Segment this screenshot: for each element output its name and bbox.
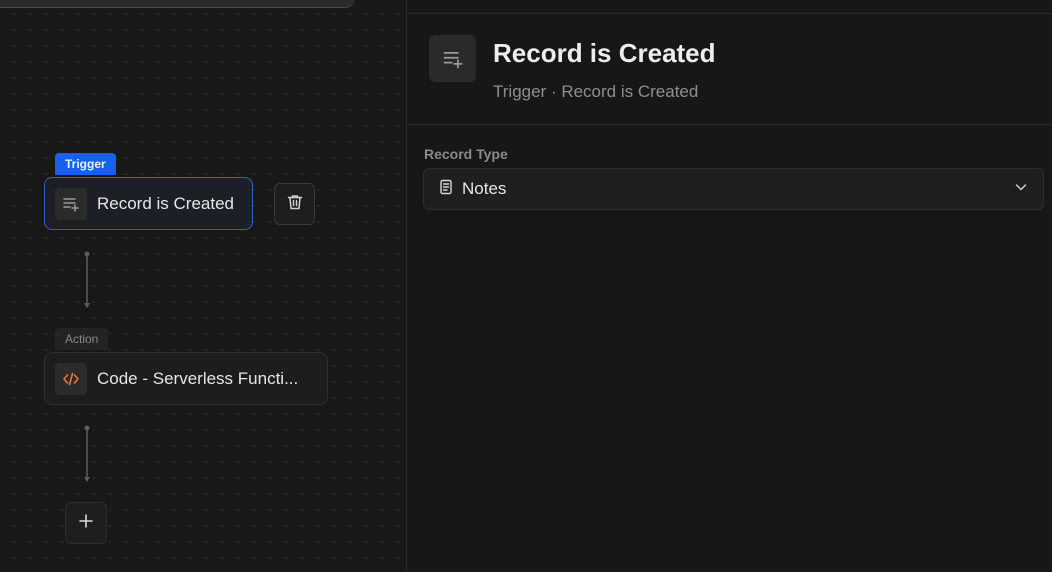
workflow-canvas[interactable]: Trigger Record is Created Action Code - … [0, 0, 407, 572]
workflow-editor: Trigger Record is Created Action Code - … [0, 0, 1052, 572]
step-settings-panel: Record is Created Trigger · Record is Cr… [408, 0, 1052, 572]
code-icon [55, 362, 87, 395]
record-type-value: Notes [462, 179, 507, 198]
trash-icon [286, 193, 304, 216]
delete-node-button[interactable] [274, 183, 315, 225]
trigger-node[interactable]: Record is Created [44, 177, 253, 230]
record-created-icon [55, 187, 87, 220]
trigger-tag: Trigger [55, 153, 116, 175]
notes-icon [438, 179, 454, 200]
action-node-label: Code - Serverless Functi... [97, 368, 299, 388]
panel-subtitle: Trigger · Record is Created [493, 82, 699, 101]
chevron-down-icon [1013, 179, 1029, 200]
action-node[interactable]: Code - Serverless Functi... [44, 352, 328, 405]
record-type-select[interactable]: Notes [423, 168, 1044, 210]
add-step-button[interactable] [65, 502, 107, 544]
action-tag: Action [55, 328, 109, 350]
connector-arrow [84, 251, 90, 308]
panel-header: Record is Created Trigger · Record is Cr… [408, 14, 1052, 125]
trigger-node-label: Record is Created [97, 193, 235, 213]
connector-arrow [84, 425, 90, 482]
record-type-label: Record Type [424, 146, 508, 162]
record-created-icon [429, 35, 476, 82]
canvas-toolbar [0, 0, 355, 8]
panel-title[interactable]: Record is Created [493, 38, 716, 69]
plus-icon [78, 513, 94, 534]
